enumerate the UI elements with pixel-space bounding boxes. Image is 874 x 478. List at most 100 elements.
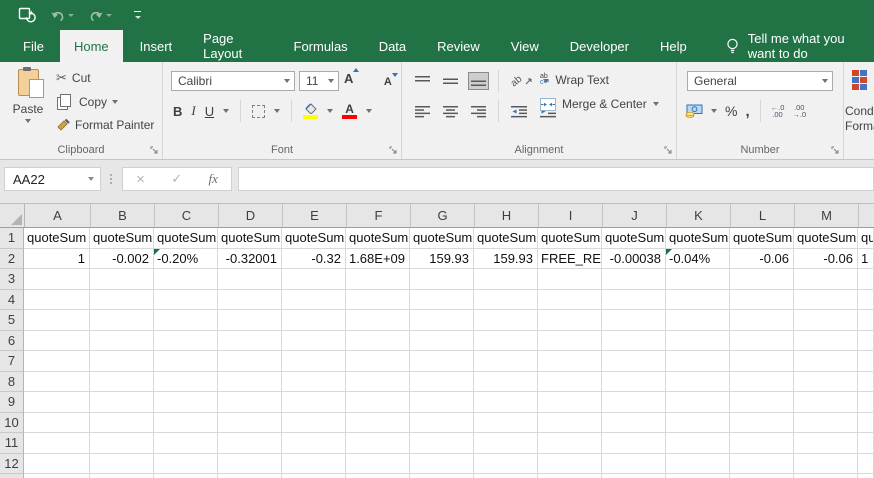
tab-insert[interactable]: Insert	[126, 30, 187, 62]
tab-developer[interactable]: Developer	[556, 30, 643, 62]
copy-button[interactable]: Copy	[56, 94, 154, 110]
merge-center-dropdown-icon[interactable]	[652, 102, 659, 106]
cell-F3[interactable]	[346, 269, 410, 290]
enter-icon[interactable]: ✓	[171, 171, 182, 187]
undo-icon[interactable]	[50, 9, 74, 22]
cell-A5[interactable]	[24, 310, 90, 331]
formula-input[interactable]	[238, 167, 874, 191]
cell-J6[interactable]	[602, 330, 666, 351]
name-box-dropdown-icon[interactable]	[88, 177, 94, 181]
cell-C1[interactable]: quoteSum	[154, 228, 218, 249]
number-dialog-launcher-icon[interactable]	[831, 146, 840, 155]
row-header-8[interactable]: 8	[0, 371, 24, 392]
cell-L2[interactable]: -0.06	[730, 248, 794, 269]
column-header-D[interactable]: D	[219, 204, 283, 227]
cell-N4[interactable]	[858, 289, 874, 310]
cell-L11[interactable]	[730, 433, 794, 454]
cell-G10[interactable]	[410, 412, 474, 433]
row-header-11[interactable]: 11	[0, 433, 24, 454]
cell-M2[interactable]: -0.06	[794, 248, 858, 269]
cell-I6[interactable]	[538, 330, 602, 351]
column-header-J[interactable]: J	[603, 204, 667, 227]
cell-F7[interactable]	[346, 351, 410, 372]
cell-G3[interactable]	[410, 269, 474, 290]
align-left-icon[interactable]	[412, 102, 433, 121]
cell-I13[interactable]	[538, 474, 602, 478]
cell-N8[interactable]	[858, 371, 874, 392]
row-header-12[interactable]: 12	[0, 453, 24, 474]
increase-decimal-button[interactable]: ←.0.00	[771, 104, 785, 119]
cell-H2[interactable]: 159.93	[474, 248, 538, 269]
cell-C8[interactable]	[154, 371, 218, 392]
cell-N11[interactable]	[858, 433, 874, 454]
cell-A3[interactable]	[24, 269, 90, 290]
cell-F10[interactable]	[346, 412, 410, 433]
cell-M11[interactable]	[794, 433, 858, 454]
cell-E6[interactable]	[282, 330, 346, 351]
cell-A11[interactable]	[24, 433, 90, 454]
cell-A4[interactable]	[24, 289, 90, 310]
cell-M3[interactable]	[794, 269, 858, 290]
cell-K1[interactable]: quoteSum	[666, 228, 730, 249]
cell-B11[interactable]	[90, 433, 154, 454]
cell-G8[interactable]	[410, 371, 474, 392]
font-size-combobox[interactable]: 11	[299, 71, 339, 91]
decrease-font-size-button[interactable]: A	[384, 73, 398, 88]
font-color-button[interactable]: A	[342, 103, 358, 119]
cell-B7[interactable]	[90, 351, 154, 372]
cell-C3[interactable]	[154, 269, 218, 290]
fill-color-dropdown-icon[interactable]	[327, 109, 334, 113]
cell-H3[interactable]	[474, 269, 538, 290]
cell-I9[interactable]	[538, 392, 602, 413]
cell-F8[interactable]	[346, 371, 410, 392]
cell-L6[interactable]	[730, 330, 794, 351]
cell-A7[interactable]	[24, 351, 90, 372]
cell-E1[interactable]: quoteSum	[282, 228, 346, 249]
paste-dropdown-icon[interactable]	[25, 119, 31, 123]
align-right-icon[interactable]	[468, 102, 489, 121]
cell-H10[interactable]	[474, 412, 538, 433]
cell-K7[interactable]	[666, 351, 730, 372]
tab-help[interactable]: Help	[646, 30, 701, 62]
cell-K13[interactable]	[666, 474, 730, 478]
cell-I7[interactable]	[538, 351, 602, 372]
cell-K2[interactable]: -0.04%	[666, 248, 730, 269]
cell-B10[interactable]	[90, 412, 154, 433]
row-header-7[interactable]: 7	[0, 351, 24, 372]
row-header-2[interactable]: 2	[0, 248, 24, 269]
cell-D7[interactable]	[218, 351, 282, 372]
cell-A10[interactable]	[24, 412, 90, 433]
cell-I11[interactable]	[538, 433, 602, 454]
decrease-indent-icon[interactable]	[508, 102, 530, 121]
cell-J8[interactable]	[602, 371, 666, 392]
merge-center-button[interactable]: Merge & Center	[540, 92, 659, 116]
cell-J13[interactable]	[602, 474, 666, 478]
cell-E12[interactable]	[282, 453, 346, 474]
cell-M1[interactable]: quoteSum	[794, 228, 858, 249]
clipboard-dialog-launcher-icon[interactable]	[150, 146, 159, 155]
cell-C2[interactable]: -0.20%	[154, 248, 218, 269]
font-color-dropdown-icon[interactable]	[366, 109, 373, 113]
cell-J11[interactable]	[602, 433, 666, 454]
row-header-10[interactable]: 10	[0, 412, 24, 433]
cell-F1[interactable]: quoteSum	[346, 228, 410, 249]
paste-button[interactable]: Paste	[6, 67, 50, 139]
conditional-formatting-button[interactable]: Conditional Formatting	[844, 62, 874, 159]
cell-N6[interactable]	[858, 330, 874, 351]
accounting-format-dropdown-icon[interactable]	[711, 109, 717, 113]
cell-H13[interactable]	[474, 474, 538, 478]
cell-E4[interactable]	[282, 289, 346, 310]
cell-E11[interactable]	[282, 433, 346, 454]
cell-K11[interactable]	[666, 433, 730, 454]
column-header-N[interactable]	[859, 204, 874, 227]
cell-G1[interactable]: quoteSum	[410, 228, 474, 249]
font-dialog-launcher-icon[interactable]	[389, 146, 398, 155]
cell-N7[interactable]	[858, 351, 874, 372]
formula-bar-resize-handle[interactable]	[110, 174, 112, 176]
column-header-M[interactable]: M	[795, 204, 859, 227]
cell-B9[interactable]	[90, 392, 154, 413]
cell-G7[interactable]	[410, 351, 474, 372]
copy-dropdown-icon[interactable]	[112, 100, 119, 104]
row-header-1[interactable]: 1	[0, 228, 24, 249]
cell-J2[interactable]: -0.00038	[602, 248, 666, 269]
